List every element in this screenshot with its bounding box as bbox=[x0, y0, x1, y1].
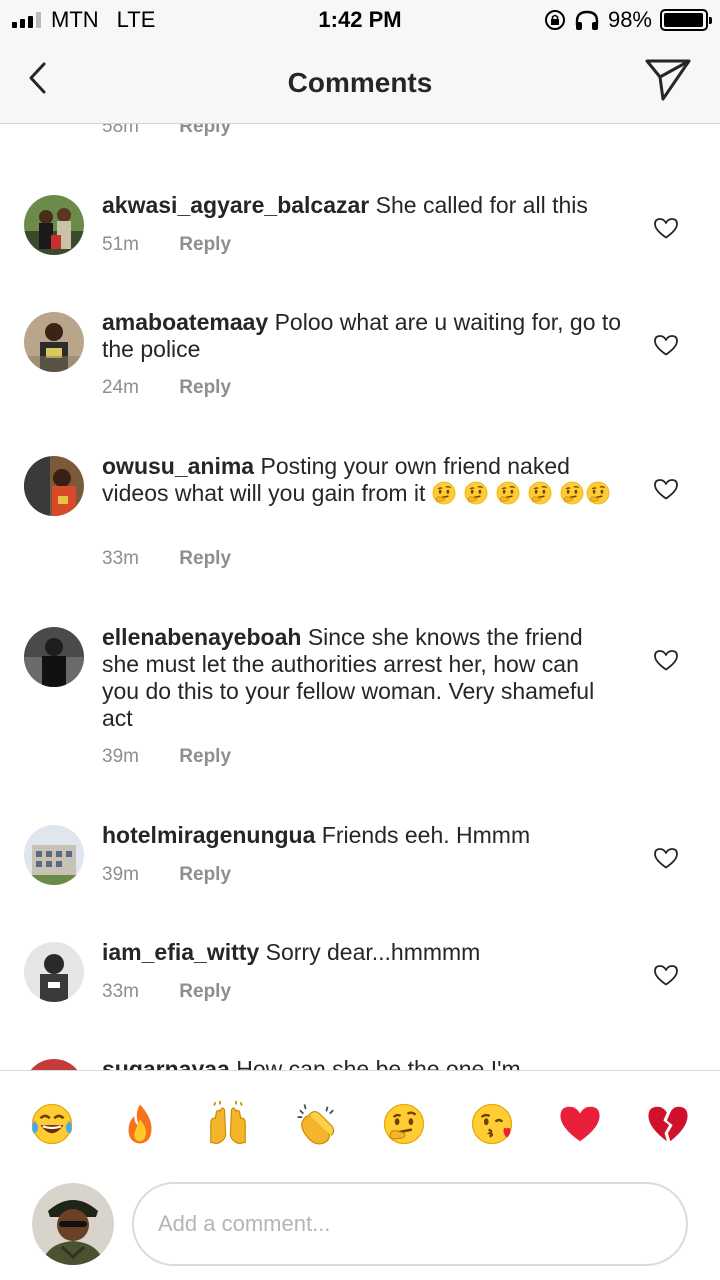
face-with-tears-of-joy-icon[interactable] bbox=[29, 1101, 75, 1147]
comment-meta: 33m Reply bbox=[102, 548, 231, 570]
comment-username[interactable]: ellenabenayeboah bbox=[102, 624, 301, 650]
comment-text: akwasi_agyare_balcazar She called for al… bbox=[102, 192, 622, 219]
comment-time: 39m bbox=[102, 746, 139, 767]
comment-body: Friends eeh. Hmmm bbox=[321, 822, 531, 848]
comment-composer bbox=[0, 1174, 720, 1280]
avatar[interactable] bbox=[24, 942, 84, 1002]
comment-time: 33m bbox=[102, 981, 139, 1002]
comment-body: She called for all this bbox=[375, 192, 588, 218]
headphones-icon bbox=[575, 10, 599, 30]
comment-time: 51m bbox=[102, 234, 139, 255]
heart-icon[interactable] bbox=[653, 963, 679, 987]
heart-icon[interactable] bbox=[653, 648, 679, 672]
broken-heart-icon[interactable] bbox=[645, 1101, 691, 1147]
reply-button[interactable]: Reply bbox=[179, 981, 231, 1002]
thinking-face-icon bbox=[585, 480, 611, 506]
comment-text: hotelmiragenungua Friends eeh. Hmmm bbox=[102, 822, 622, 849]
avatar bbox=[32, 1183, 114, 1265]
page-title: Comments bbox=[287, 67, 433, 98]
comment-username[interactable]: owusu_anima bbox=[102, 453, 254, 479]
heart-icon[interactable] bbox=[653, 477, 679, 501]
battery-icon bbox=[660, 9, 712, 31]
thinking-face-icon bbox=[463, 480, 489, 506]
comment-time: 33m bbox=[102, 548, 139, 569]
comment-text: owusu_anima Posting your own friend nake… bbox=[102, 453, 622, 507]
comment-text: iam_efia_witty Sorry dear...hmmmm bbox=[102, 939, 622, 966]
reply-button[interactable]: Reply bbox=[179, 234, 231, 255]
avatar[interactable] bbox=[24, 312, 84, 372]
comment-username[interactable]: akwasi_agyare_balcazar bbox=[102, 192, 369, 218]
heart-icon[interactable] bbox=[653, 216, 679, 240]
avatar[interactable] bbox=[24, 1059, 84, 1070]
avatar[interactable] bbox=[24, 195, 84, 255]
comments-header: Comments bbox=[0, 40, 720, 124]
paper-plane-icon[interactable] bbox=[644, 56, 692, 102]
comment-meta: 33m Reply bbox=[102, 981, 231, 1003]
heart-icon[interactable] bbox=[653, 846, 679, 870]
raising-hands-icon[interactable] bbox=[205, 1101, 251, 1147]
comment-meta: 39m Reply bbox=[102, 746, 231, 768]
comments-list[interactable]: 58m Reply akwasi_agyare_balcazar She cal… bbox=[0, 124, 720, 1070]
comment-text: sugarnayaa How can she be the one I'm bbox=[102, 1056, 622, 1070]
comment-username[interactable]: amaboatemaay bbox=[102, 309, 268, 335]
comment-time: 39m bbox=[102, 864, 139, 885]
thinking-face-icon bbox=[495, 480, 521, 506]
comment-username[interactable]: sugarnayaa bbox=[102, 1056, 230, 1070]
face-blowing-kiss-icon[interactable] bbox=[469, 1101, 515, 1147]
reply-button[interactable]: Reply bbox=[179, 548, 231, 569]
fire-icon[interactable] bbox=[117, 1101, 163, 1147]
comment-body: How can she be the one I'm bbox=[236, 1056, 521, 1070]
thinking-face-icon bbox=[559, 480, 585, 506]
comment-meta: 51m Reply bbox=[102, 234, 231, 256]
avatar[interactable] bbox=[24, 627, 84, 687]
comment-body: Sorry dear...hmmmm bbox=[265, 939, 481, 965]
comment-input[interactable] bbox=[132, 1182, 688, 1266]
avatar[interactable] bbox=[24, 456, 84, 516]
red-heart-icon[interactable] bbox=[557, 1101, 603, 1147]
comment-text: amaboatemaay Poloo what are u waiting fo… bbox=[102, 309, 622, 363]
orientation-lock-icon bbox=[544, 10, 565, 30]
comment-username[interactable]: iam_efia_witty bbox=[102, 939, 259, 965]
thinking-face-icon bbox=[527, 480, 553, 506]
avatar[interactable] bbox=[24, 825, 84, 885]
reply-button[interactable]: Reply bbox=[179, 124, 231, 137]
status-bar: MTN LTE 1:42 PM 98% bbox=[0, 0, 720, 40]
comment-meta: 39m Reply bbox=[102, 864, 231, 886]
comment-time: 24m bbox=[102, 377, 139, 398]
reply-button[interactable]: Reply bbox=[179, 864, 231, 885]
comment-username[interactable]: hotelmiragenungua bbox=[102, 822, 315, 848]
battery-percent: 98% bbox=[607, 7, 652, 32]
comment-text: ellenabenayeboah Since she knows the fri… bbox=[102, 624, 622, 732]
comment-meta: 24m Reply bbox=[102, 377, 231, 399]
thinking-face-icon[interactable] bbox=[381, 1101, 427, 1147]
reply-button[interactable]: Reply bbox=[179, 377, 231, 398]
clapping-hands-icon[interactable] bbox=[293, 1101, 339, 1147]
comment-meta: 58m Reply bbox=[102, 124, 231, 138]
reply-button[interactable]: Reply bbox=[179, 746, 231, 767]
thinking-face-icon bbox=[431, 480, 457, 506]
comment-time: 58m bbox=[102, 124, 139, 137]
heart-icon[interactable] bbox=[653, 333, 679, 357]
quick-emoji-bar bbox=[0, 1070, 720, 1174]
